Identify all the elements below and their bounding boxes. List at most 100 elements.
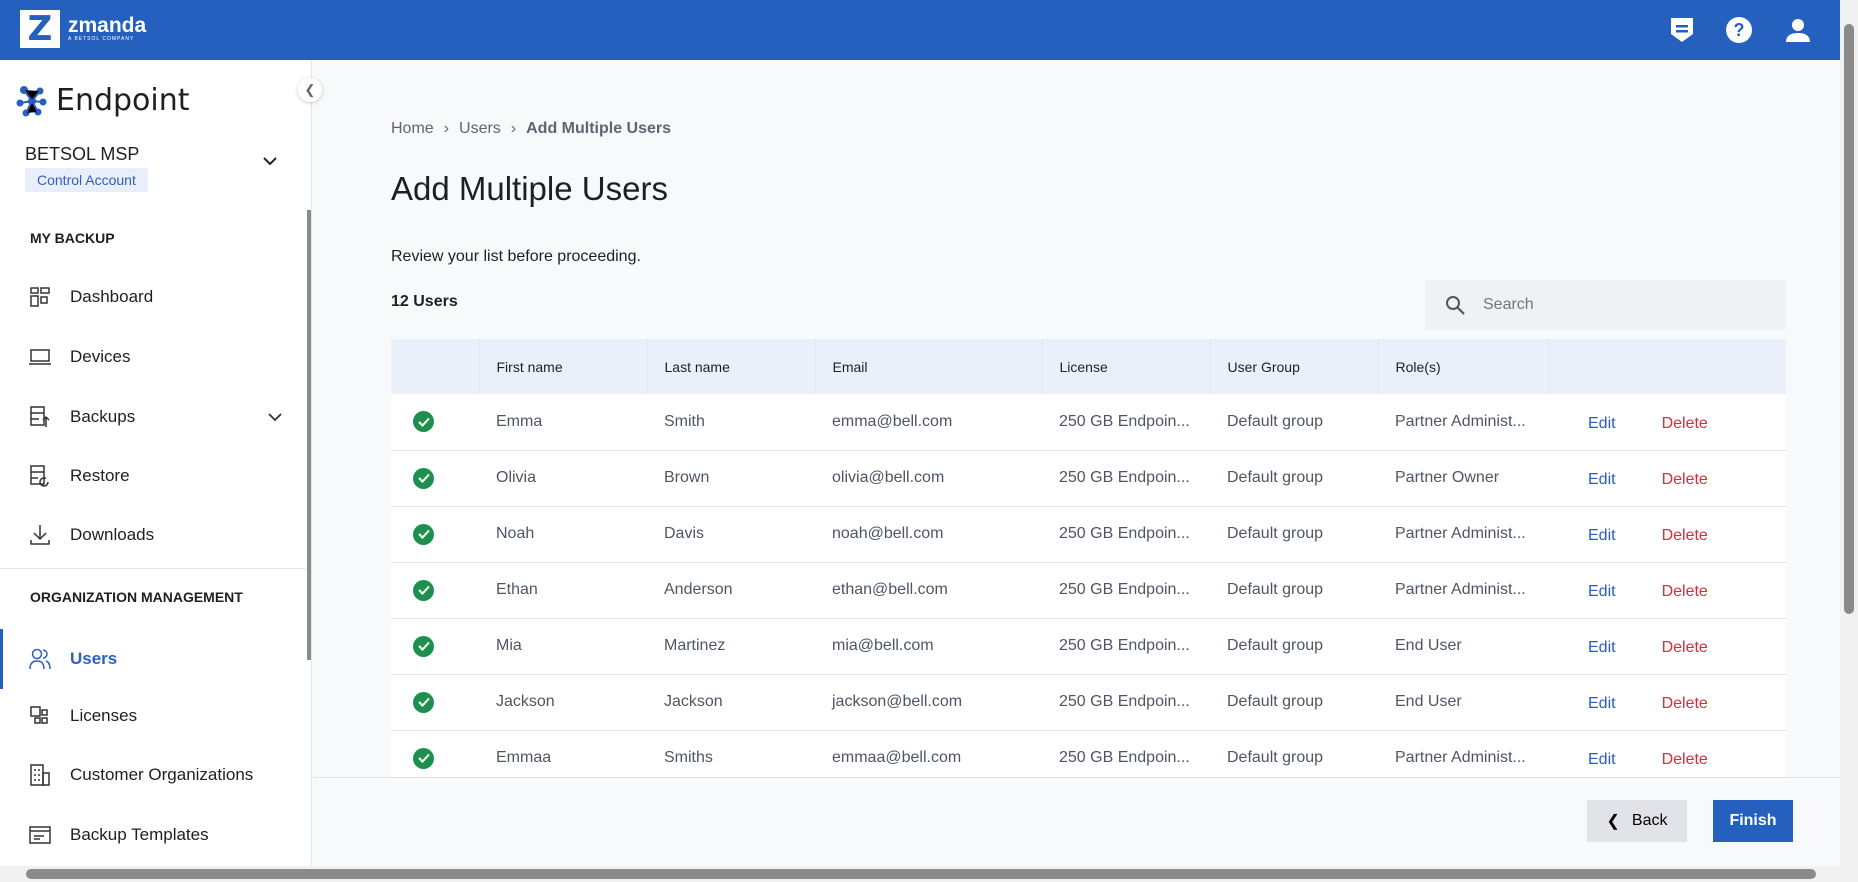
delete-link[interactable]: Delete	[1662, 695, 1708, 712]
last-name-cell: Martinez	[647, 618, 815, 675]
vertical-scrollbar[interactable]	[1840, 0, 1858, 866]
chevron-left-icon: ❮	[304, 82, 316, 97]
sidebar-item-label: Downloads	[70, 525, 155, 544]
edit-link[interactable]: Edit	[1588, 695, 1616, 712]
help-icon[interactable]: ?	[1723, 14, 1755, 46]
section-my-backup: MY BACKUP	[30, 230, 115, 246]
sidebar-item-label: Backup Templates	[70, 825, 209, 844]
edit-link[interactable]: Edit	[1588, 639, 1616, 656]
edit-link[interactable]: Edit	[1588, 583, 1616, 600]
sidebar-item-licenses[interactable]: Licenses	[0, 694, 306, 738]
sidebar-item-label: Dashboard	[70, 287, 154, 306]
table-row: Ethan Anderson ethan@bell.com 250 GB End…	[391, 562, 1786, 619]
chevron-down-icon[interactable]	[268, 412, 282, 422]
chevron-down-icon[interactable]	[262, 153, 278, 171]
check-circle-icon	[413, 691, 434, 713]
user-group-cell: Default group	[1210, 562, 1378, 619]
check-circle-icon	[413, 411, 434, 433]
org-badge: Control Account	[25, 168, 148, 192]
delete-link[interactable]: Delete	[1662, 751, 1708, 768]
delete-link[interactable]: Delete	[1662, 415, 1708, 432]
edit-link[interactable]: Edit	[1588, 415, 1616, 432]
scrollbar-thumb[interactable]	[1844, 24, 1854, 614]
download-icon	[28, 523, 52, 547]
table-row: Olivia Brown olivia@bell.com 250 GB Endp…	[391, 450, 1786, 507]
user-group-cell: Default group	[1210, 618, 1378, 675]
table-header-row: First name Last name Email License User …	[391, 339, 1786, 394]
scrollbar-thumb[interactable]	[26, 869, 1816, 879]
horizontal-scrollbar[interactable]	[0, 866, 1858, 882]
sidebar-item-customer-organizations[interactable]: Customer Organizations	[0, 753, 306, 797]
table-row: Emmaa Smiths emmaa@bell.com 250 GB Endpo…	[391, 730, 1786, 777]
notes-icon[interactable]	[1666, 14, 1698, 46]
edit-link[interactable]: Edit	[1588, 527, 1616, 544]
first-name-cell: Olivia	[479, 450, 647, 507]
delete-link[interactable]: Delete	[1662, 583, 1708, 600]
role-cell: Partner Administ...	[1378, 562, 1548, 619]
status-cell	[391, 394, 479, 451]
license-cell: 250 GB Endpoin...	[1042, 562, 1210, 619]
sidebar-item-label: Backups	[70, 407, 136, 426]
sidebar-item-downloads[interactable]: Downloads	[0, 513, 306, 557]
sidebar-item-label: Licenses	[70, 706, 138, 725]
role-cell: Partner Owner	[1378, 450, 1548, 507]
sidebar-item-dashboard[interactable]: Dashboard	[0, 275, 306, 319]
search-input[interactable]	[1483, 296, 1763, 314]
actions-cell: Edit Delete	[1548, 730, 1786, 777]
email-cell: ethan@bell.com	[815, 562, 1042, 619]
users-icon	[28, 647, 52, 671]
delete-link[interactable]: Delete	[1662, 527, 1708, 544]
actions-cell: Edit Delete	[1548, 618, 1786, 675]
page-title: Add Multiple Users	[391, 170, 668, 207]
sidebar-item-devices[interactable]: Devices	[0, 335, 306, 379]
users-table: First name Last name Email License User …	[391, 339, 1786, 777]
sidebar-scrollbar[interactable]	[307, 210, 311, 660]
collapse-sidebar-button[interactable]: ❮	[298, 78, 322, 102]
delete-link[interactable]: Delete	[1662, 471, 1708, 488]
status-cell	[391, 562, 479, 619]
col-actions	[1547, 339, 1786, 394]
template-icon	[28, 823, 52, 847]
breadcrumb-users[interactable]: Users	[459, 120, 501, 138]
back-button[interactable]: ❮ Back	[1587, 800, 1687, 842]
section-organization-management: ORGANIZATION MANAGEMENT	[30, 589, 243, 605]
finish-button[interactable]: Finish	[1713, 800, 1793, 842]
edit-link[interactable]: Edit	[1588, 471, 1616, 488]
user-group-cell: Default group	[1210, 674, 1378, 731]
email-cell: jackson@bell.com	[815, 674, 1042, 731]
table-row: Mia Martinez mia@bell.com 250 GB Endpoin…	[391, 618, 1786, 675]
breadcrumb-current: Add Multiple Users	[526, 120, 672, 137]
sidebar-item-backups[interactable]: Backups	[0, 395, 306, 439]
sidebar-item-label: Restore	[70, 466, 130, 485]
status-cell	[391, 674, 479, 731]
delete-link[interactable]: Delete	[1662, 639, 1708, 656]
search-icon	[1446, 296, 1465, 315]
status-cell	[391, 450, 479, 507]
search-box[interactable]	[1425, 280, 1786, 330]
breadcrumb-home[interactable]: Home	[391, 120, 434, 138]
user-group-cell: Default group	[1210, 506, 1378, 563]
user-group-cell: Default group	[1210, 730, 1378, 777]
last-name-cell: Brown	[647, 450, 815, 507]
user-icon[interactable]	[1782, 14, 1814, 46]
sidebar-item-users[interactable]: Users	[0, 629, 306, 689]
status-cell	[391, 618, 479, 675]
check-circle-icon	[413, 579, 434, 601]
actions-cell: Edit Delete	[1548, 562, 1786, 619]
license-cell: 250 GB Endpoin...	[1042, 506, 1210, 563]
sidebar-item-backup-templates[interactable]: Backup Templates	[0, 813, 306, 857]
table-row: Emma Smith emma@bell.com 250 GB Endpoin.…	[391, 394, 1786, 451]
endpoint-logo-icon	[16, 85, 47, 116]
chevron-left-icon: ❮	[1606, 813, 1620, 830]
sidebar-item-label: Devices	[70, 347, 131, 366]
actions-cell: Edit Delete	[1548, 394, 1786, 451]
role-cell: End User	[1378, 618, 1548, 675]
sidebar-item-restore[interactable]: Restore	[0, 454, 306, 498]
org-name[interactable]: BETSOL MSP	[25, 144, 139, 165]
first-name-cell: Noah	[479, 506, 647, 563]
logo-name: zmanda	[68, 14, 147, 37]
edit-link[interactable]: Edit	[1588, 751, 1616, 768]
first-name-cell: Emma	[479, 394, 647, 451]
zmanda-logo[interactable]: Z zmanda A BETSOL COMPANY	[20, 9, 147, 49]
licenses-icon	[28, 704, 52, 728]
